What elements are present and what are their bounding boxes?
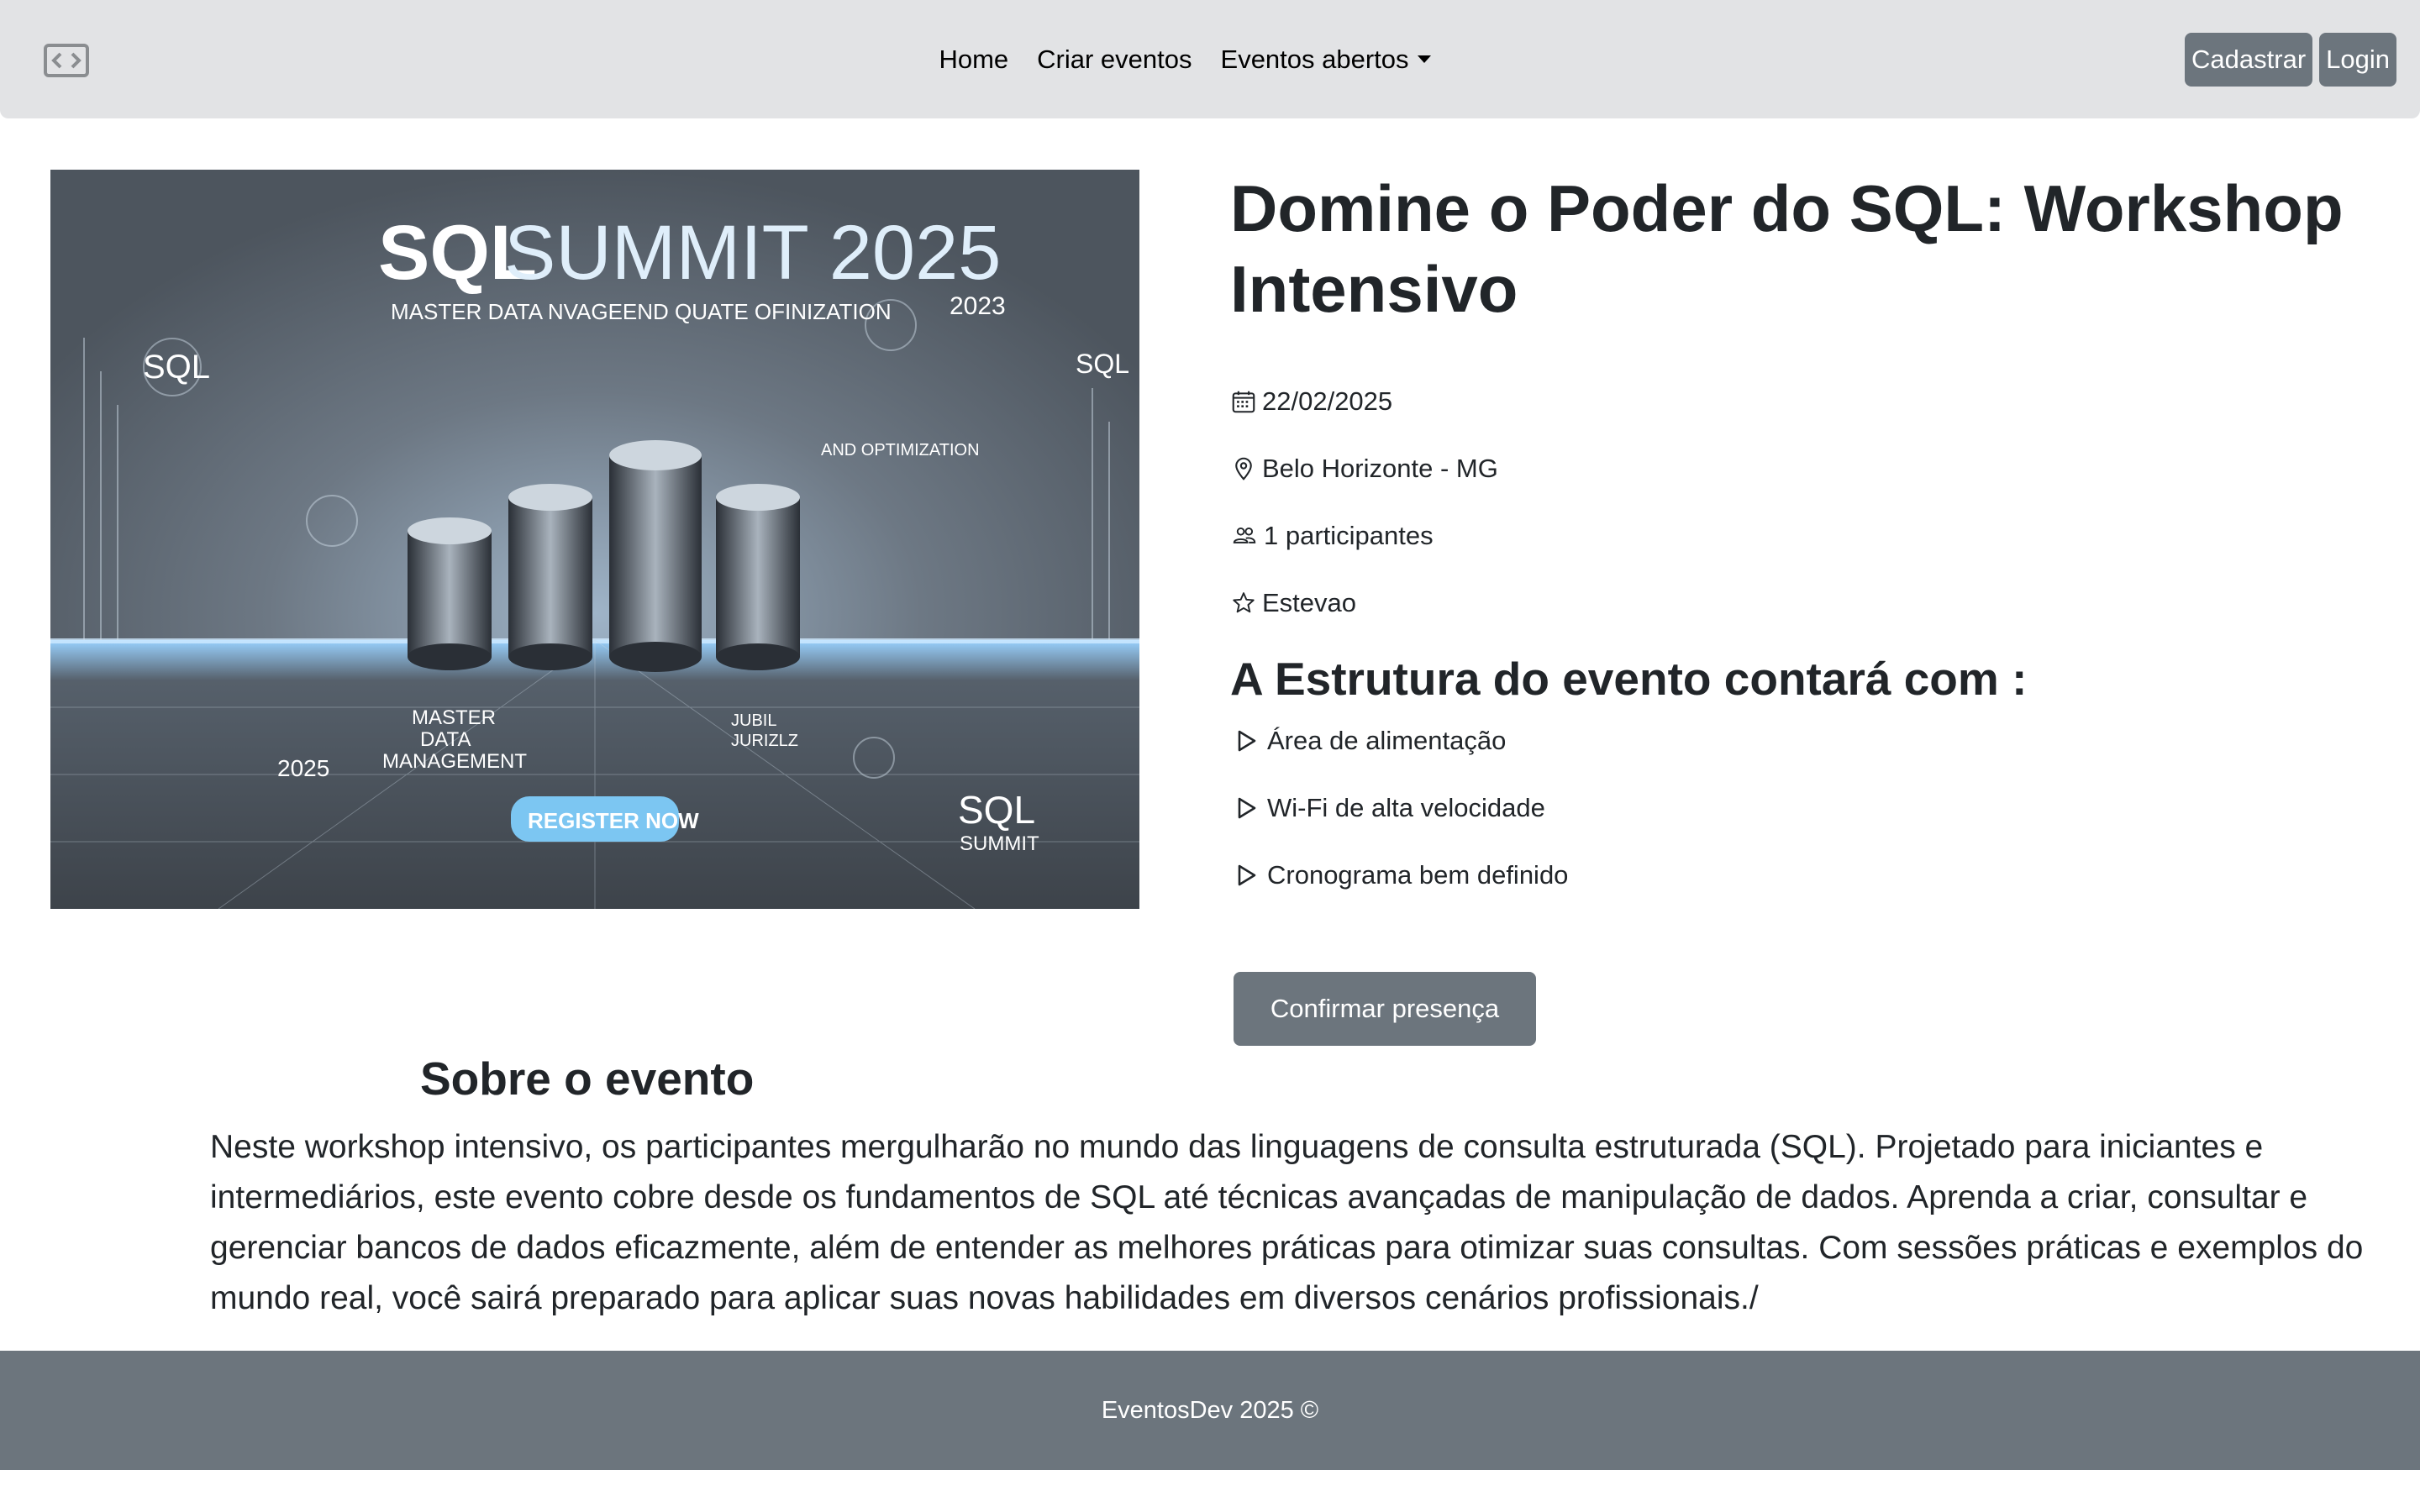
event-participants-row: 1 participantes: [1232, 521, 1434, 551]
feature-label: Wi-Fi de alta velocidade: [1267, 793, 1545, 822]
svg-text:AND OPTIMIZATION: AND OPTIMIZATION: [821, 441, 980, 459]
login-button[interactable]: Login: [2319, 33, 2396, 87]
chevron-down-icon: [1417, 55, 1431, 63]
play-triangle-icon: [1238, 864, 1256, 886]
footer-text: EventosDev 2025 ©: [1101, 1396, 1319, 1424]
confirm-attendance-button[interactable]: Confirmar presença: [1234, 972, 1536, 1046]
feature-item: Wi-Fi de alta velocidade: [1237, 793, 1545, 823]
about-description: Neste workshop intensivo, os participant…: [210, 1129, 2364, 1316]
nav-link-home[interactable]: Home: [939, 45, 1008, 75]
nav-dropdown-label: Eventos abertos: [1220, 44, 1409, 74]
auth-buttons: Cadastrar Login: [2185, 33, 2396, 87]
feature-item: Cronograma bem definido: [1237, 860, 1568, 890]
svg-text:SQL: SQL: [958, 788, 1035, 832]
svg-text:SQL: SQL: [1076, 349, 1129, 379]
feature-label: Área de alimentação: [1267, 726, 1507, 755]
event-organizer-row: Estevao: [1232, 588, 1356, 618]
nav-links: Home Criar eventos Eventos abertos: [0, 0, 2420, 118]
location-pin-icon: [1235, 457, 1252, 480]
top-navbar: Home Criar eventos Eventos abertos Cadas…: [0, 0, 2420, 118]
event-date-row: 22/02/2025: [1232, 386, 1392, 417]
svg-text:SUMMIT 2025: SUMMIT 2025: [504, 210, 1001, 296]
svg-text:MASTER DATA NVAGEEND QUATE OFI: MASTER DATA NVAGEEND QUATE OFINIZATION: [391, 299, 892, 324]
svg-text:MANAGEMENT: MANAGEMENT: [382, 750, 527, 773]
feature-label: Cronograma bem definido: [1267, 860, 1569, 890]
event-date: 22/02/2025: [1262, 386, 1393, 416]
feature-item: Área de alimentação: [1237, 726, 1506, 756]
svg-text:2025: 2025: [277, 755, 329, 781]
people-icon: [1233, 527, 1256, 543]
event-location: Belo Horizonte - MG: [1262, 454, 1498, 483]
about-title: Sobre o evento: [420, 1053, 755, 1105]
event-title: Domine o Poder do SQL: Workshop Intensiv…: [1230, 171, 2344, 326]
event-banner-image: SQL SUMMIT 2025 MASTER DATA NVAGEEND QUA…: [50, 170, 1139, 909]
svg-text:DATA: DATA: [420, 728, 471, 751]
svg-text:JURIZLZ: JURIZLZ: [731, 732, 798, 750]
star-icon: [1233, 592, 1255, 613]
register-now-graphic: REGISTER NOW: [511, 796, 699, 842]
calendar-icon: [1232, 391, 1255, 413]
event-participants: 1 participantes: [1264, 521, 1434, 550]
nav-link-create-events[interactable]: Criar eventos: [1037, 45, 1192, 75]
svg-text:2023: 2023: [950, 292, 1006, 320]
play-triangle-icon: [1238, 730, 1256, 752]
svg-text:SUMMIT: SUMMIT: [960, 832, 1039, 855]
register-button[interactable]: Cadastrar: [2185, 33, 2313, 87]
svg-text:REGISTER NOW: REGISTER NOW: [528, 808, 699, 833]
page-footer: EventosDev 2025 ©: [0, 1351, 2420, 1470]
event-location-row: Belo Horizonte - MG: [1232, 454, 1498, 484]
structure-title: A Estrutura do evento contará com :: [1230, 653, 2028, 705]
svg-text:MASTER: MASTER: [412, 706, 496, 729]
nav-dropdown-open-events[interactable]: Eventos abertos: [1221, 45, 1431, 75]
play-triangle-icon: [1238, 797, 1256, 819]
event-organizer: Estevao: [1262, 588, 1357, 617]
svg-text:SQL: SQL: [143, 349, 210, 386]
svg-text:JUBIL: JUBIL: [731, 711, 776, 730]
